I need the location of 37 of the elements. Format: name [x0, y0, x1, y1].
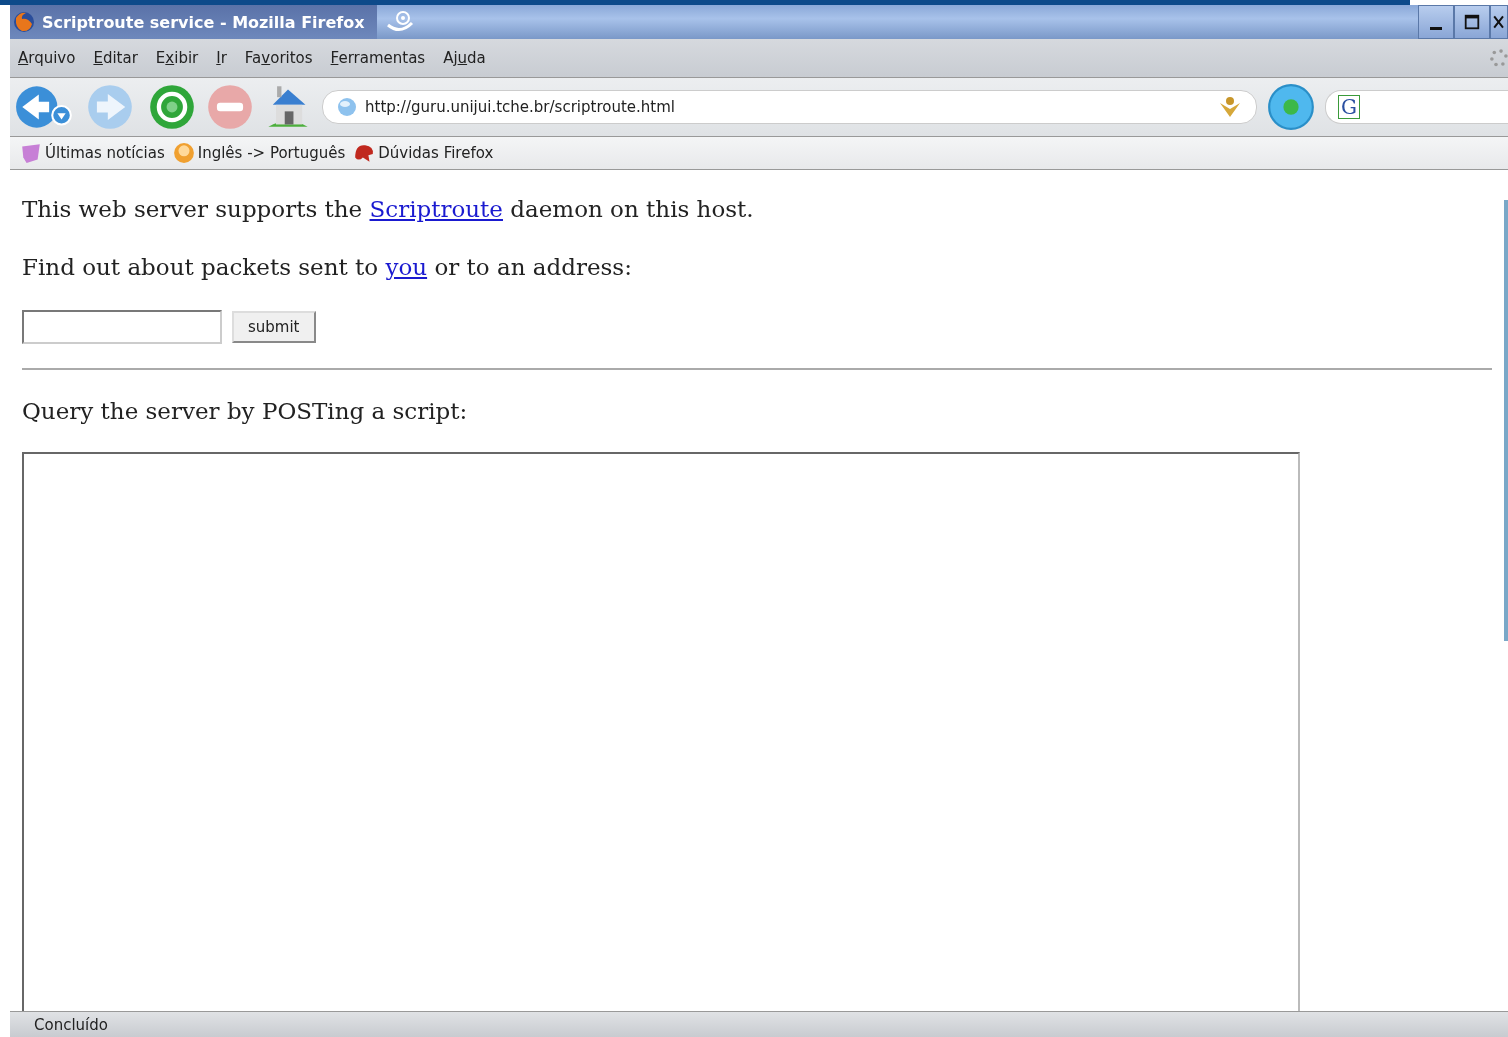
search-field[interactable]: G	[1325, 90, 1508, 124]
stop-button[interactable]	[206, 83, 254, 131]
bookmark-item[interactable]: Inglês -> Português	[172, 142, 346, 164]
ball-icon	[172, 142, 195, 164]
menu-item[interactable]: Ferramentas	[330, 49, 426, 67]
minimize-button[interactable]	[1418, 5, 1454, 39]
intro-text: This web server supports the Scriptroute daemon on this host.	[22, 196, 754, 222]
close-button[interactable]	[1490, 5, 1508, 39]
bookmark-item[interactable]: Últimas notícias	[20, 142, 165, 164]
query-text: Query the server by POSTing a script:	[22, 398, 468, 424]
window-title: Scriptroute service - Mozilla Firefox	[42, 12, 365, 32]
menu-item[interactable]: Favoritos	[244, 49, 313, 67]
maximize-button[interactable]	[1454, 5, 1490, 39]
submit-button[interactable]: submit	[232, 311, 316, 343]
search-engine-logo: G	[1338, 95, 1360, 119]
status-text: Concluído	[34, 1015, 108, 1034]
maximize-icon	[1463, 13, 1481, 31]
minimize-icon	[1430, 26, 1442, 30]
globe-icon	[337, 97, 357, 117]
reload-button[interactable]	[148, 83, 196, 131]
creature-icon	[353, 142, 376, 164]
menu-item[interactable]: Editar	[93, 49, 138, 67]
menu-item[interactable]: Ajuda	[443, 49, 486, 67]
address-field[interactable]: http://guru.unijui.tche.br/scriptroute.html	[322, 90, 1257, 124]
address-input[interactable]	[22, 310, 222, 344]
bookmark-item[interactable]: Dúvidas Firefox	[353, 142, 494, 164]
firefox-icon	[12, 10, 36, 34]
go-button[interactable]	[1267, 83, 1315, 131]
you-link[interactable]: you	[385, 254, 428, 280]
figure-icon	[1218, 95, 1242, 119]
menu-item[interactable]: Exibir	[155, 49, 199, 67]
page-icon	[20, 142, 42, 164]
menu-item[interactable]: Ir	[216, 49, 227, 67]
scrollbar[interactable]	[1504, 200, 1508, 641]
scriptroute-link[interactable]: Scriptroute	[369, 196, 503, 222]
instruction-text: Find out about packets sent to you or to an address:	[22, 254, 632, 280]
menu-item[interactable]: Arquivo	[18, 49, 76, 67]
